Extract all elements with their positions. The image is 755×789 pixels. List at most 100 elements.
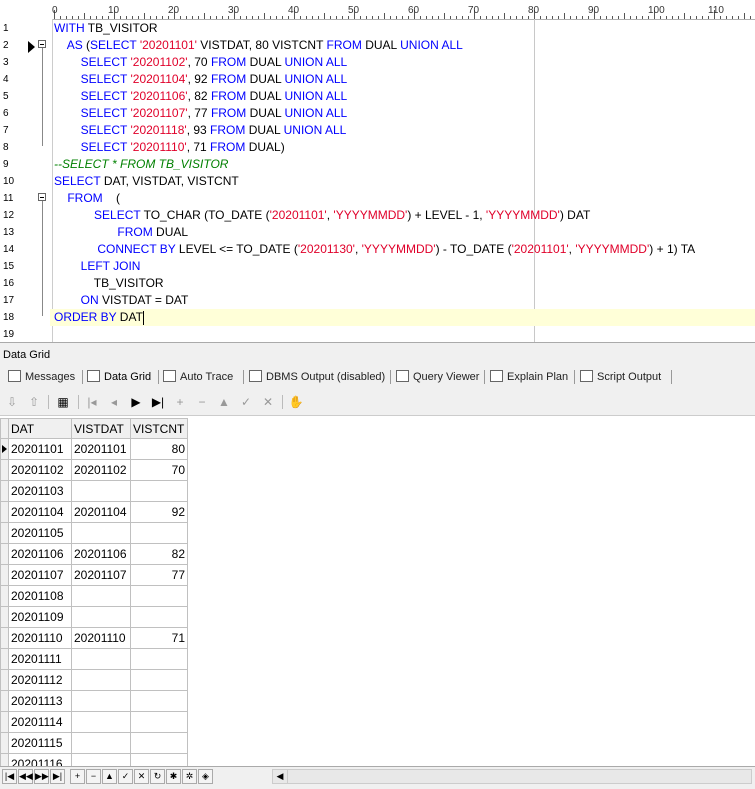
cell-vistcnt[interactable] — [130, 753, 188, 766]
post-icon[interactable]: ✓ — [118, 769, 133, 784]
cell-vistdat[interactable] — [71, 606, 131, 628]
row-indicator[interactable] — [0, 753, 9, 766]
cell-vistcnt[interactable]: 70 — [130, 459, 188, 481]
cell-vistdat[interactable] — [71, 690, 131, 712]
cell-dat[interactable]: 20201111 — [8, 648, 72, 670]
row-indicator[interactable] — [0, 480, 9, 502]
fold-toggle-icon[interactable] — [38, 40, 46, 48]
current-code-line[interactable]: ORDER BY DAT — [50, 309, 755, 326]
row-indicator[interactable] — [0, 711, 9, 733]
row-indicator[interactable] — [0, 585, 9, 607]
tab-auto-trace[interactable]: Auto Trace — [163, 367, 233, 387]
cell-vistdat[interactable] — [71, 648, 131, 670]
table-row[interactable]: 20201102 20201102 70 — [0, 459, 188, 481]
cell-vistdat[interactable]: 20201110 — [71, 627, 131, 649]
cell-vistcnt[interactable] — [130, 480, 188, 502]
table-row[interactable]: 20201112 — [0, 669, 188, 691]
cell-vistdat[interactable]: 20201101 — [71, 438, 131, 460]
row-indicator[interactable] — [0, 438, 9, 460]
code-line[interactable]: SELECT TO_CHAR (TO_DATE ('20201101', 'YY… — [54, 207, 590, 224]
tab-query-viewer[interactable]: Query Viewer — [396, 367, 479, 387]
cell-dat[interactable]: 20201104 — [8, 501, 72, 523]
cell-dat[interactable]: 20201112 — [8, 669, 72, 691]
bookmark-icon[interactable]: ✱ — [166, 769, 181, 784]
next-page-icon[interactable]: ▶▶ — [34, 769, 49, 784]
edit-icon[interactable]: ▲ — [102, 769, 117, 784]
code-line[interactable]: SELECT '20201110', 71 FROM DUAL) — [54, 139, 285, 156]
cell-dat[interactable]: 20201107 — [8, 564, 72, 586]
code-line[interactable]: AS (SELECT '20201101' VISTDAT, 80 VISTCN… — [54, 37, 463, 54]
cell-vistdat[interactable]: 20201104 — [71, 501, 131, 523]
column-header-dat[interactable]: DAT — [8, 418, 72, 439]
row-indicator[interactable] — [0, 501, 9, 523]
cell-dat[interactable]: 20201110 — [8, 627, 72, 649]
cell-vistdat[interactable] — [71, 711, 131, 733]
cell-dat[interactable]: 20201115 — [8, 732, 72, 754]
cell-vistcnt[interactable] — [130, 690, 188, 712]
cell-vistdat[interactable] — [71, 480, 131, 502]
code-line[interactable]: SELECT '20201104', 92 FROM DUAL UNION AL… — [54, 71, 348, 88]
edit-record-icon[interactable]: ▲ — [216, 394, 232, 410]
cell-vistcnt[interactable]: 80 — [130, 438, 188, 460]
cell-vistcnt[interactable]: 82 — [130, 543, 188, 565]
cell-vistcnt[interactable] — [130, 669, 188, 691]
import-icon[interactable]: ⇧ — [26, 394, 42, 410]
code-line[interactable]: SELECT '20201118', 93 FROM DUAL UNION AL… — [54, 122, 347, 139]
tab-data-grid[interactable]: Data Grid — [87, 367, 151, 387]
table-row[interactable]: 20201115 — [0, 732, 188, 754]
code-line[interactable]: ON VISTDAT = DAT — [54, 292, 189, 309]
cell-vistcnt[interactable]: 77 — [130, 564, 188, 586]
cell-vistcnt[interactable] — [130, 585, 188, 607]
table-row[interactable]: 20201105 — [0, 522, 188, 544]
table-row[interactable]: 20201101 20201101 80 — [0, 438, 188, 460]
row-indicator[interactable] — [0, 522, 9, 544]
row-indicator-header[interactable] — [0, 418, 9, 439]
cell-vistdat[interactable]: 20201102 — [71, 459, 131, 481]
last-icon[interactable]: ▶| — [50, 769, 65, 784]
delete-icon[interactable]: − — [86, 769, 101, 784]
cell-vistcnt[interactable] — [130, 606, 188, 628]
horizontal-scrollbar[interactable]: ◀ — [272, 769, 752, 784]
cancel-icon[interactable]: ✕ — [134, 769, 149, 784]
column-header-vistcnt[interactable]: VISTCNT — [130, 418, 188, 439]
table-row[interactable]: 20201110 20201110 71 — [0, 627, 188, 649]
filter-icon[interactable]: ◈ — [198, 769, 213, 784]
table-row[interactable]: 20201109 — [0, 606, 188, 628]
cell-dat[interactable]: 20201113 — [8, 690, 72, 712]
fold-toggle-icon[interactable] — [38, 193, 46, 201]
tab-script-output[interactable]: Script Output — [580, 367, 661, 387]
cell-dat[interactable]: 20201102 — [8, 459, 72, 481]
table-row[interactable]: 20201104 20201104 92 — [0, 501, 188, 523]
code-line[interactable]: FROM ( — [54, 190, 120, 207]
row-indicator[interactable] — [0, 543, 9, 565]
cell-vistcnt[interactable] — [130, 711, 188, 733]
code-line[interactable]: WITH TB_VISITOR — [54, 20, 158, 37]
data-grid-area[interactable]: DAT VISTDAT VISTCNT 20201101 20201101 80 20… — [0, 416, 755, 766]
cell-vistcnt[interactable] — [130, 648, 188, 670]
cell-dat[interactable]: 20201105 — [8, 522, 72, 544]
cell-vistdat[interactable] — [71, 732, 131, 754]
column-header-vistdat[interactable]: VISTDAT — [71, 418, 131, 439]
table-row[interactable]: 20201116 — [0, 753, 188, 766]
row-indicator[interactable] — [0, 627, 9, 649]
code-line[interactable]: SELECT '20201107', 77 FROM DUAL UNION AL… — [54, 105, 348, 122]
cell-dat[interactable]: 20201103 — [8, 480, 72, 502]
cell-vistcnt[interactable] — [130, 522, 188, 544]
table-row[interactable]: 20201113 — [0, 690, 188, 712]
cell-vistdat[interactable]: 20201107 — [71, 564, 131, 586]
cell-vistcnt[interactable] — [130, 732, 188, 754]
cell-vistdat[interactable] — [71, 669, 131, 691]
row-indicator[interactable] — [0, 648, 9, 670]
copy-grid-icon[interactable]: ▦ — [55, 394, 71, 410]
row-indicator[interactable] — [0, 564, 9, 586]
goto-bookmark-icon[interactable]: ✲ — [182, 769, 197, 784]
tab-explain-plan[interactable]: Explain Plan — [490, 367, 568, 387]
row-indicator[interactable] — [0, 732, 9, 754]
next-record-icon[interactable]: ▶ — [128, 394, 144, 410]
insert-record-icon[interactable]: + — [172, 394, 188, 410]
cell-dat[interactable]: 20201101 — [8, 438, 72, 460]
prior-record-icon[interactable]: ◂ — [106, 394, 122, 410]
first-icon[interactable]: |◀ — [2, 769, 17, 784]
insert-icon[interactable]: + — [70, 769, 85, 784]
cell-vistdat[interactable] — [71, 522, 131, 544]
